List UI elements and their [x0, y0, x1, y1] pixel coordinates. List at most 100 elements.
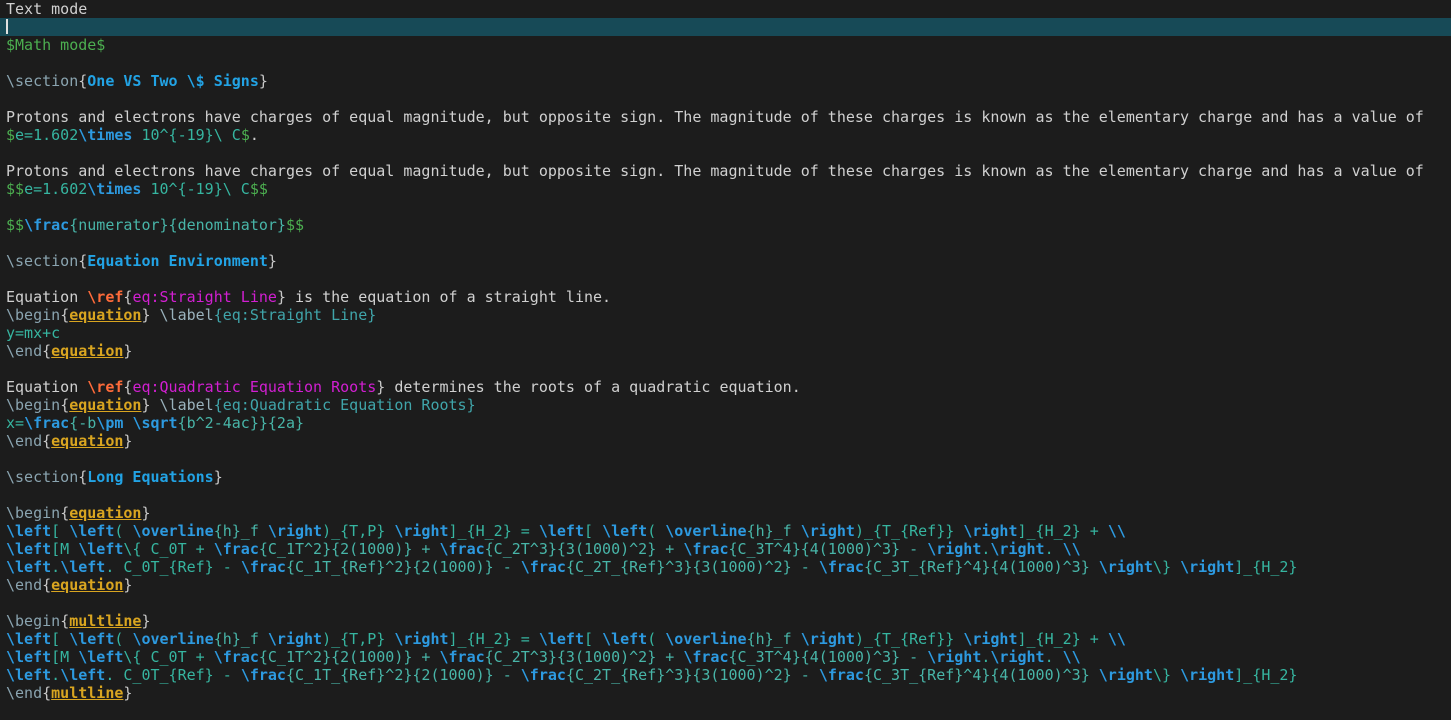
- token-mcmd: \left: [6, 522, 52, 540]
- token-math: $: [240, 126, 250, 144]
- token-cmd: \begin: [6, 504, 61, 522]
- editor-line[interactable]: \left.\left. C_0T_{Ref} - \frac{C_1T_{Re…: [0, 558, 1451, 576]
- token-sect: Equation Environment: [87, 252, 268, 270]
- editor-line[interactable]: \left[ \left( \overline{h}_f \right)_{T,…: [0, 630, 1451, 648]
- editor-line[interactable]: \left[ \left( \overline{h}_f \right)_{T,…: [0, 522, 1451, 540]
- token-math: $$: [249, 180, 268, 198]
- editor-line[interactable]: [0, 450, 1451, 468]
- token-lcmd: \label: [159, 306, 214, 324]
- text-cursor: [6, 19, 8, 34]
- editor-line[interactable]: \end{equation}: [0, 342, 1451, 360]
- token-mbody: 10^{-19}\ C: [141, 180, 250, 198]
- editor-line[interactable]: \begin{equation} \label{eq:Straight Line…: [0, 306, 1451, 324]
- token-brace: }: [123, 342, 133, 360]
- token-mbody: [M: [51, 540, 79, 558]
- editor-line[interactable]: [0, 486, 1451, 504]
- token-mcmd: \left: [69, 522, 115, 540]
- token-marg: {h}_f: [213, 522, 268, 540]
- token-mcmd: \right: [394, 630, 449, 648]
- editor-line[interactable]: \end{equation}: [0, 432, 1451, 450]
- token-cmd: \section: [6, 252, 79, 270]
- token-marg: {C_2T_{Ref}^3}{3(1000)^2} -: [565, 666, 819, 684]
- token-mbody: 10^{-19}\ C: [132, 126, 241, 144]
- token-mbody: [: [51, 522, 70, 540]
- editor-line[interactable]: $$\frac{numerator}{denominator}$$: [0, 216, 1451, 234]
- editor-line[interactable]: $e=1.602\times 10^{-19}\ C$.: [0, 126, 1451, 144]
- token-mcmd: \left: [78, 648, 124, 666]
- editor-line[interactable]: [0, 144, 1451, 162]
- token-brace: {: [78, 72, 88, 90]
- text-editor[interactable]: Text mode $Math mode$ \section{One VS Two …: [0, 0, 1451, 720]
- token-mcmd: \right: [927, 648, 982, 666]
- token-marg: {h}_f: [213, 630, 268, 648]
- token-mbody: e=1.602: [24, 180, 88, 198]
- token-marg: {h}_f: [746, 630, 801, 648]
- token-mcmd: \right: [990, 648, 1045, 666]
- editor-line[interactable]: [0, 360, 1451, 378]
- editor-line[interactable]: \left[M \left\{ C_0T + \frac{C_1T^2}{2(1…: [0, 648, 1451, 666]
- editor-line[interactable]: \end{multline}: [0, 684, 1451, 702]
- editor-line[interactable]: Protons and electrons have charges of eq…: [0, 162, 1451, 180]
- editor-line[interactable]: \end{equation}: [0, 576, 1451, 594]
- editor-line[interactable]: [0, 270, 1451, 288]
- token-mcmd: \left: [538, 630, 584, 648]
- editor-line[interactable]: $$e=1.602\times 10^{-19}\ C$$: [0, 180, 1451, 198]
- editor-line[interactable]: $Math mode$: [0, 36, 1451, 54]
- token-brace: }: [141, 612, 151, 630]
- token-text: Equation: [6, 288, 88, 306]
- editor-line[interactable]: [0, 198, 1451, 216]
- token-mcmd: \left: [6, 648, 52, 666]
- token-mcmd: \frac: [683, 540, 729, 558]
- token-mbody: e=1.602: [15, 126, 79, 144]
- token-mcmd: \pm: [96, 414, 124, 432]
- editor-line[interactable]: \section{Equation Environment}: [0, 252, 1451, 270]
- token-text: .: [249, 126, 259, 144]
- editor-line[interactable]: \section{One VS Two \$ Signs}: [0, 72, 1451, 90]
- editor-line[interactable]: Equation \ref{eq:Quadratic Equation Root…: [0, 378, 1451, 396]
- token-marg: {C_1T^2}{2(1000)} +: [258, 540, 440, 558]
- token-sect: Long Equations: [87, 468, 214, 486]
- token-marg: {C_3T^4}{4(1000)^3} -: [728, 540, 928, 558]
- token-cmd: \end: [6, 432, 43, 450]
- editor-line[interactable]: Equation \ref{eq:Straight Line} is the e…: [0, 288, 1451, 306]
- editor-line[interactable]: y=mx+c: [0, 324, 1451, 342]
- token-marg: {numerator}{denominator}: [69, 216, 286, 234]
- editor-line[interactable]: \begin{equation}: [0, 504, 1451, 522]
- editor-line[interactable]: x=\frac{-b\pm \sqrt{b^2-4ac}}{2a}: [0, 414, 1451, 432]
- editor-line[interactable]: \begin{equation} \label{eq:Quadratic Equ…: [0, 396, 1451, 414]
- editor-line[interactable]: \begin{multline}: [0, 612, 1451, 630]
- token-env: multline: [69, 612, 142, 630]
- editor-line[interactable]: \section{Long Equations}: [0, 468, 1451, 486]
- editor-line[interactable]: Text mode: [0, 0, 1451, 18]
- token-brace: {: [42, 342, 52, 360]
- editor-line[interactable]: \left[M \left\{ C_0T + \frac{C_1T^2}{2(1…: [0, 540, 1451, 558]
- token-mbody: (: [114, 522, 133, 540]
- token-mbody: .: [1044, 540, 1063, 558]
- token-mcmd: \right: [267, 522, 323, 540]
- token-cmd: \end: [6, 684, 43, 702]
- token-math: $$: [6, 180, 25, 198]
- token-mcmd: \left: [69, 630, 115, 648]
- token-mcmd: \left: [6, 630, 52, 648]
- token-mcmd: \overline: [132, 522, 214, 540]
- token-cmd: \end: [6, 576, 43, 594]
- token-brace: }: [276, 288, 286, 306]
- token-brace: }: [123, 576, 133, 594]
- editor-line[interactable]: Protons and electrons have charges of eq…: [0, 108, 1451, 126]
- token-mcmd: \frac: [213, 540, 259, 558]
- editor-line[interactable]: \left.\left. C_0T_{Ref} - \frac{C_1T_{Re…: [0, 666, 1451, 684]
- token-mbody: ]_{H_2} +: [1017, 522, 1108, 540]
- token-mcmd: \right: [1180, 666, 1235, 684]
- token-mbody: ]_{H_2} =: [448, 630, 539, 648]
- token-mbody: ]_{H_2} +: [1017, 630, 1108, 648]
- editor-line[interactable]: [0, 54, 1451, 72]
- token-mcmd: \\: [1062, 648, 1081, 666]
- token-mcmd: \times: [78, 126, 133, 144]
- editor-line[interactable]: [0, 90, 1451, 108]
- token-env: equation: [69, 306, 142, 324]
- editor-line[interactable]: [0, 594, 1451, 612]
- token-mcmd: \frac: [439, 648, 485, 666]
- token-text: Protons and electrons have charges of eq…: [6, 108, 1424, 126]
- current-line[interactable]: [0, 18, 1451, 36]
- editor-line[interactable]: [0, 234, 1451, 252]
